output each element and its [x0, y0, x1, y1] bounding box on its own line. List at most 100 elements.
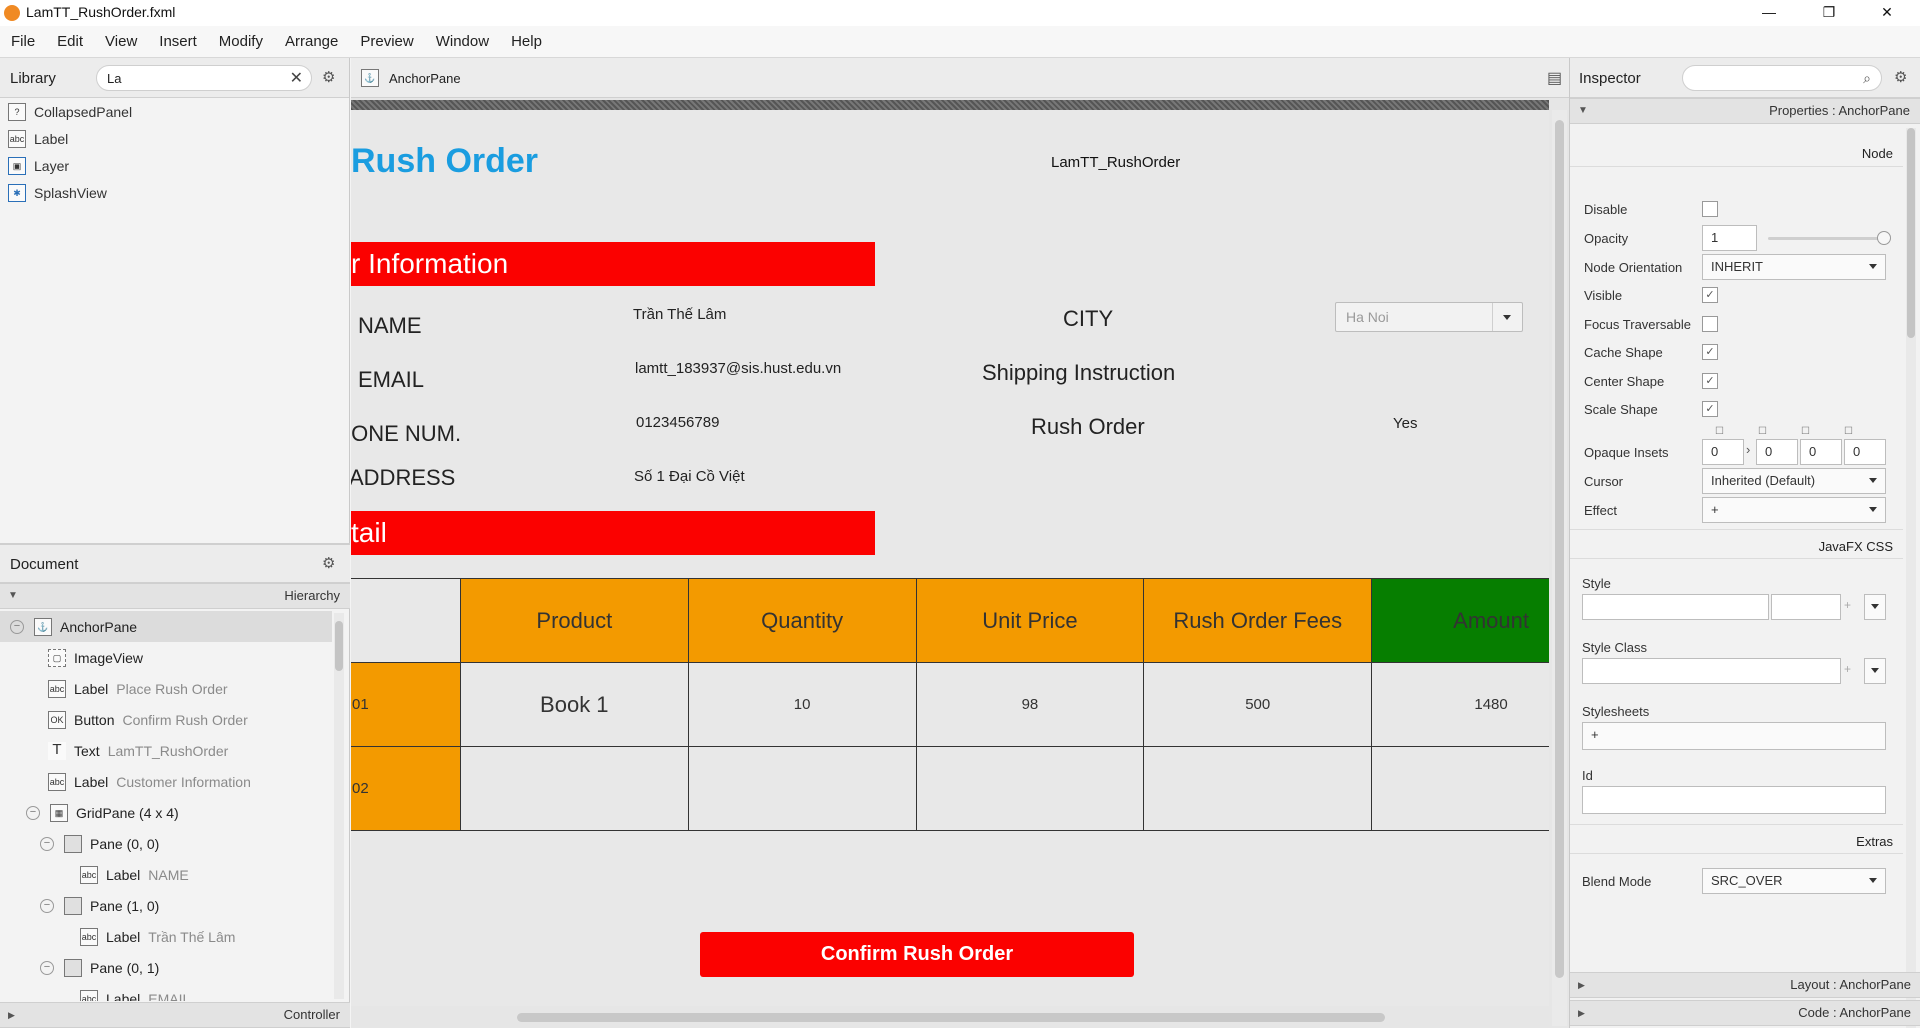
amount-cell[interactable] — [1371, 746, 1549, 831]
disable-checkbox[interactable] — [1702, 201, 1718, 217]
scrollbar-thumb[interactable] — [1907, 128, 1915, 338]
node-orientation-dropdown[interactable]: INHERIT — [1702, 254, 1886, 280]
style-class-input[interactable] — [1582, 658, 1841, 684]
tree-item-imageview[interactable]: ▢ ImageView — [0, 642, 332, 673]
cursor-dropdown[interactable]: Inherited (Default) — [1702, 468, 1886, 494]
row-index[interactable]: 01 — [351, 662, 461, 747]
restore-button[interactable]: ❐ — [1800, 0, 1858, 26]
id-input[interactable] — [1582, 786, 1886, 814]
order-detail-bar[interactable]: tail — [351, 511, 875, 555]
tree-item-gridpane[interactable]: − ▦ GridPane (4 x 4) — [0, 797, 332, 828]
document-gear-icon[interactable]: ⚙ — [322, 554, 335, 572]
phone-value[interactable]: 0123456789 — [636, 414, 719, 431]
tree-item-button-confirm[interactable]: OK Button Confirm Rush Order — [0, 704, 332, 735]
link-arrow-icon[interactable]: › — [1746, 442, 1750, 457]
tree-item-label-name[interactable]: abc Label NAME — [0, 859, 332, 890]
rush-order-label[interactable]: Rush Order — [1031, 414, 1145, 440]
library-search-input[interactable]: La ✕ — [96, 65, 312, 91]
menu-help[interactable]: Help — [500, 33, 553, 50]
library-item-collapsedpanel[interactable]: ? CollapsedPanel — [0, 98, 349, 125]
add-stylesheet-button[interactable]: + — [1582, 722, 1886, 750]
product-cell[interactable]: Book 1 — [459, 662, 689, 747]
breadcrumb-anchorpane[interactable]: AnchorPane — [389, 71, 461, 86]
product-cell[interactable] — [459, 746, 689, 831]
properties-section-header[interactable]: ▼ Properties : AnchorPane — [1570, 98, 1920, 124]
opacity-slider-thumb[interactable] — [1877, 231, 1891, 245]
rush-fees-cell[interactable] — [1143, 746, 1373, 831]
quantity-cell[interactable]: 10 — [687, 662, 917, 747]
unit-price-cell[interactable]: 98 — [915, 662, 1145, 747]
tree-item-label-customer[interactable]: abc Label Customer Information — [0, 766, 332, 797]
confirm-rush-order-button[interactable]: Confirm Rush Order — [700, 932, 1134, 977]
scrollbar-thumb[interactable] — [335, 621, 343, 671]
menu-modify[interactable]: Modify — [208, 33, 274, 50]
chevron-down-icon[interactable] — [1503, 315, 1511, 320]
library-gear-icon[interactable]: ⚙ — [322, 68, 335, 86]
header-product[interactable]: Product — [459, 578, 689, 663]
inset-top-input[interactable]: 0 — [1702, 439, 1744, 465]
name-value[interactable]: Trần Thế Lâm — [633, 306, 726, 323]
tree-item-pane-0-1[interactable]: − Pane (0, 1) — [0, 952, 332, 983]
code-section-header[interactable]: ▶ Code : AnchorPane — [1570, 1000, 1920, 1026]
header-quantity[interactable]: Quantity — [687, 578, 917, 663]
header-unit-price[interactable]: Unit Price — [915, 578, 1145, 663]
menu-edit[interactable]: Edit — [46, 33, 94, 50]
minimize-button[interactable]: — — [1740, 0, 1798, 26]
document-icon[interactable]: ▤ — [1547, 68, 1562, 88]
phone-label[interactable]: IONE NUM. — [351, 421, 461, 447]
add-style-icon[interactable]: + — [1844, 598, 1851, 612]
menu-window[interactable]: Window — [425, 33, 500, 50]
focus-traversable-checkbox[interactable] — [1702, 316, 1718, 332]
inset-left-input[interactable]: 0 — [1844, 439, 1886, 465]
collapse-icon[interactable]: − — [40, 898, 54, 913]
address-value[interactable]: Số 1 Đại Cồ Việt — [634, 468, 745, 485]
opacity-slider-track[interactable] — [1768, 237, 1884, 240]
style-property-input[interactable] — [1582, 594, 1769, 620]
tree-item-label-email[interactable]: abc Label EMAIL — [0, 983, 332, 1001]
style-menu-dropdown[interactable] — [1864, 594, 1886, 620]
tree-item-pane-1-0[interactable]: − Pane (1, 0) — [0, 890, 332, 921]
row-index[interactable]: 02 — [351, 746, 461, 831]
collapse-icon[interactable]: − — [26, 805, 40, 820]
header-index[interactable] — [351, 578, 461, 663]
customer-information-bar[interactable]: r Information — [351, 242, 875, 286]
add-style-class-icon[interactable]: + — [1844, 662, 1851, 676]
unit-price-cell[interactable] — [915, 746, 1145, 831]
shipping-instruction-label[interactable]: Shipping Instruction — [982, 360, 1175, 386]
inset-right-input[interactable]: 0 — [1756, 439, 1798, 465]
quantity-cell[interactable] — [687, 746, 917, 831]
amount-cell[interactable]: 1480 — [1371, 662, 1549, 747]
visible-checkbox[interactable]: ✓ — [1702, 287, 1718, 303]
name-label[interactable]: NAME — [358, 313, 422, 339]
inspector-search-input[interactable]: ⌕ — [1682, 65, 1882, 91]
hierarchy-section-header[interactable]: ▼ Hierarchy — [0, 583, 350, 609]
rush-fees-cell[interactable]: 500 — [1143, 662, 1373, 747]
menu-preview[interactable]: Preview — [349, 33, 424, 50]
menu-arrange[interactable]: Arrange — [274, 33, 349, 50]
controller-section-header[interactable]: ▶ Controller — [0, 1002, 350, 1028]
tree-item-label-lam[interactable]: abc Label Trần Thế Lâm — [0, 921, 332, 952]
layout-section-header[interactable]: ▶ Layout : AnchorPane — [1570, 972, 1920, 998]
city-label[interactable]: CITY — [1063, 306, 1113, 332]
tree-item-label-place[interactable]: abc Label Place Rush Order — [0, 673, 332, 704]
email-value[interactable]: lamtt_183937@sis.hust.edu.vn — [635, 360, 841, 377]
header-amount[interactable]: Amount — [1371, 578, 1549, 663]
city-combobox[interactable]: Ha Noi — [1335, 302, 1523, 332]
hierarchy-scrollbar[interactable] — [334, 613, 344, 999]
close-window-button[interactable]: ✕ — [1858, 0, 1916, 26]
inspector-gear-icon[interactable]: ⚙ — [1894, 68, 1907, 86]
cache-shape-checkbox[interactable]: ✓ — [1702, 344, 1718, 360]
form-title[interactable]: Rush Order — [351, 142, 538, 181]
tree-item-pane-0-0[interactable]: − Pane (0, 0) — [0, 828, 332, 859]
email-label[interactable]: EMAIL — [358, 367, 424, 393]
blend-mode-dropdown[interactable]: SRC_OVER — [1702, 868, 1886, 894]
canvas-horizontal-scrollbar[interactable] — [351, 1008, 1549, 1026]
inspector-scrollbar[interactable] — [1906, 128, 1916, 1028]
menu-view[interactable]: View — [94, 33, 148, 50]
effect-dropdown[interactable]: + — [1702, 497, 1886, 523]
collapse-icon[interactable]: − — [40, 836, 54, 851]
address-label[interactable]: ADDRESS — [351, 465, 455, 491]
clear-search-icon[interactable]: ✕ — [290, 68, 303, 88]
library-item-label[interactable]: abc Label — [0, 125, 349, 152]
inset-bottom-input[interactable]: 0 — [1800, 439, 1842, 465]
